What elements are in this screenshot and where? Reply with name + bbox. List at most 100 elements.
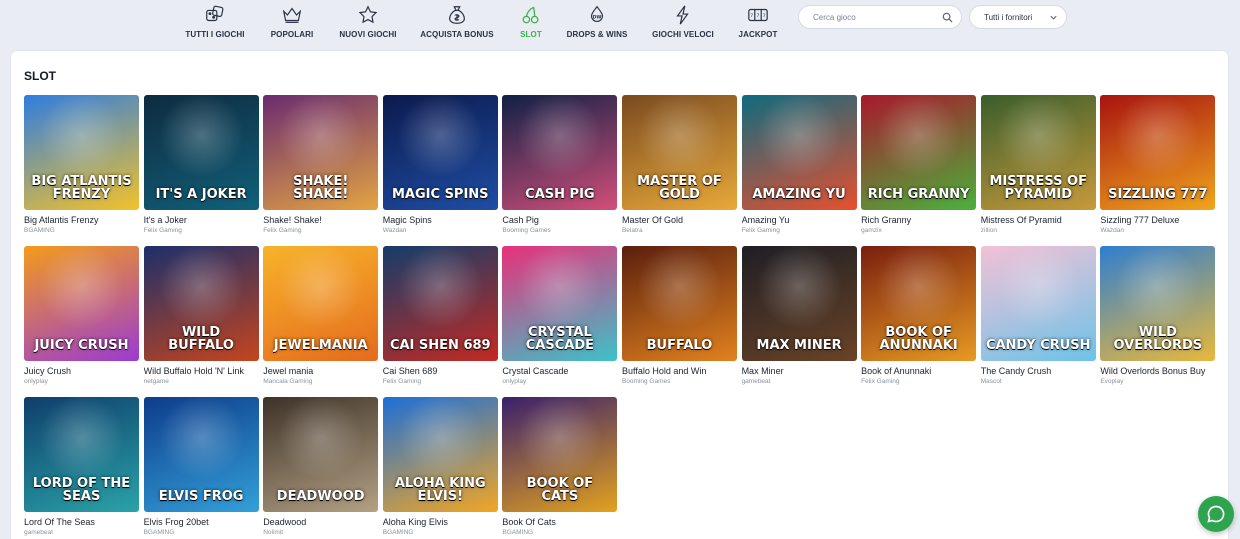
game-title[interactable]: Elvis Frog 20bet — [144, 517, 259, 527]
game-title[interactable]: Book of Anunnaki — [861, 366, 976, 376]
game-title[interactable]: Aloha King Elvis — [383, 517, 498, 527]
game-logo: CRYSTAL CASCADE — [525, 324, 594, 354]
game-thumbnail[interactable]: AMAZING YU — [741, 95, 857, 210]
game-thumbnail[interactable]: CRYSTAL CASCADE — [502, 246, 618, 361]
game-card[interactable]: BOOK OF CATS Book Of Cats BGAMING — [502, 397, 618, 539]
game-title[interactable]: Crystal Cascade — [502, 366, 617, 376]
nav-item-buy-bonus[interactable]: ACQUISTA BONUS — [420, 4, 494, 42]
nav-item-jackpot[interactable]: 7 7 7 JACKPOT — [739, 4, 777, 42]
game-card[interactable]: CASH PIG Cash Pig Booming Games — [502, 95, 618, 246]
game-thumbnail[interactable]: CASH PIG — [502, 95, 618, 210]
game-title[interactable]: Jewel mania — [263, 366, 378, 376]
game-thumbnail[interactable]: MAX MINER — [741, 246, 857, 361]
game-thumbnail[interactable]: MAGIC SPINS — [382, 95, 498, 210]
nav-item-slot[interactable]: SLOT — [516, 4, 546, 42]
game-title[interactable]: Wild Buffalo Hold 'N' Link — [144, 366, 259, 376]
nav-item-fast-games[interactable]: GIOCHI VELOCI — [652, 4, 714, 42]
game-title[interactable]: Lord Of The Seas — [24, 517, 139, 527]
game-title[interactable]: Mistress Of Pyramid — [981, 215, 1096, 225]
game-title[interactable]: Book Of Cats — [502, 517, 617, 527]
game-card[interactable]: CRYSTAL CASCADE Crystal Cascade onlyplay — [502, 246, 618, 397]
game-logo: MAGIC SPINS — [392, 187, 489, 203]
game-thumbnail[interactable]: CANDY CRUSH — [980, 246, 1096, 361]
game-card[interactable]: MASTER OF GOLD Master Of Gold Belatra — [621, 95, 737, 246]
game-thumbnail[interactable]: RICH GRANNY — [861, 95, 977, 210]
search-icon[interactable] — [942, 12, 953, 23]
game-thumbnail[interactable]: LORD OF THE SEAS — [24, 397, 139, 512]
game-thumbnail[interactable]: JEWELMANIA — [263, 246, 379, 361]
game-logo: JUICY CRUSH — [34, 338, 129, 354]
game-provider: gamebeat — [24, 529, 53, 536]
game-title[interactable]: Shake! Shake! — [263, 215, 378, 225]
game-thumbnail[interactable]: CAI SHEN 689 — [382, 246, 498, 361]
game-thumbnail[interactable]: SIZZLING 777 — [1100, 95, 1216, 210]
game-card[interactable]: AMAZING YU Amazing Yu Felix Gaming — [741, 95, 857, 246]
game-thumbnail[interactable]: BUFFALO — [621, 246, 737, 361]
game-title[interactable]: Buffalo Hold and Win — [622, 366, 737, 376]
game-provider: Felix Gaming — [861, 378, 900, 385]
game-card[interactable]: ELVIS FROG Elvis Frog 20bet BGAMING — [143, 397, 259, 539]
game-card[interactable]: BUFFALO Buffalo Hold and Win Booming Games — [621, 246, 737, 397]
game-title[interactable]: Wild Overlords Bonus Buy — [1100, 366, 1215, 376]
game-card[interactable]: WILD OVERLORDS Wild Overlords Bonus Buy Ev… — [1100, 246, 1216, 397]
game-thumbnail[interactable]: IT'S A JOKER — [143, 95, 259, 210]
game-thumbnail[interactable]: BOOK OF ANUNNAKI — [861, 246, 977, 361]
game-thumbnail[interactable]: BOOK OF CATS — [502, 397, 618, 512]
search-input[interactable] — [813, 12, 937, 22]
game-thumbnail[interactable]: WILD BUFFALO — [143, 246, 259, 361]
game-title[interactable]: It's a Joker — [144, 215, 259, 225]
game-card[interactable]: MAGIC SPINS Magic Spins Wazdan — [382, 95, 498, 246]
game-provider: Mascot — [980, 378, 1002, 385]
game-card[interactable]: BOOK OF ANUNNAKI Book of Anunnaki Felix Ga… — [861, 246, 977, 397]
game-card[interactable]: SIZZLING 777 Sizzling 777 Deluxe Wazdan — [1100, 95, 1216, 246]
game-title[interactable]: Magic Spins — [383, 215, 498, 225]
game-logo: SHAKE! SHAKE! — [293, 173, 349, 203]
providers-dropdown[interactable]: Tutti i fornitori — [969, 5, 1067, 29]
game-title[interactable]: The Candy Crush — [981, 366, 1096, 376]
game-thumbnail[interactable]: DEADWOOD — [263, 397, 379, 512]
game-thumbnail[interactable]: ALOHA KING ELVIS! — [382, 397, 498, 512]
game-card[interactable]: DEADWOOD Deadwood Nolimit — [263, 397, 379, 539]
game-provider: Nolimit — [263, 529, 284, 536]
game-card[interactable]: MISTRESS OF PYRAMID Mistress Of Pyramid zi… — [980, 95, 1096, 246]
game-title[interactable]: Master Of Gold — [622, 215, 737, 225]
game-card[interactable]: BIG ATLANTIS FRENZY Big Atlantis Frenzy BG… — [24, 95, 139, 246]
game-provider: BGAMING — [143, 529, 175, 536]
game-thumbnail[interactable]: MASTER OF GOLD — [621, 95, 737, 210]
game-title[interactable]: Cash Pig — [502, 215, 617, 225]
game-thumbnail[interactable]: MISTRESS OF PYRAMID — [980, 95, 1096, 210]
game-card[interactable]: SHAKE! SHAKE! Shake! Shake! Felix Gaming — [263, 95, 379, 246]
nav-item-popular[interactable]: POPOLARI — [268, 4, 316, 42]
game-title[interactable]: Cai Shen 689 — [383, 366, 498, 376]
chat-button[interactable] — [1198, 496, 1234, 532]
nav-item-all-games[interactable]: TUTTI I GIOCHI — [185, 4, 245, 42]
game-card[interactable]: LORD OF THE SEAS Lord Of The Seas gamebeat — [24, 397, 139, 539]
game-title[interactable]: Juicy Crush — [24, 366, 139, 376]
game-card[interactable]: RICH GRANNY Rich Granny gamzix — [861, 95, 977, 246]
game-title[interactable]: Deadwood — [263, 517, 378, 527]
game-title[interactable]: Sizzling 777 Deluxe — [1100, 215, 1215, 225]
game-title[interactable]: Big Atlantis Frenzy — [24, 215, 139, 225]
game-card[interactable]: IT'S A JOKER It's a Joker Felix Gaming — [143, 95, 259, 246]
game-thumbnail[interactable]: SHAKE! SHAKE! — [263, 95, 379, 210]
nav-item-drops-wins[interactable]: DW DROPS & WINS — [567, 4, 627, 42]
game-provider: BGAMING — [502, 529, 534, 536]
game-card[interactable]: CAI SHEN 689 Cai Shen 689 Felix Gaming — [382, 246, 498, 397]
lightning-icon — [676, 5, 689, 25]
nav-item-new-games[interactable]: NUOVI GIOCHI — [339, 4, 397, 42]
game-provider: onlyplay — [24, 378, 48, 385]
game-card[interactable]: JEWELMANIA Jewel mania Mancala Gaming — [263, 246, 379, 397]
game-thumbnail[interactable]: WILD OVERLORDS — [1100, 246, 1216, 361]
game-title[interactable]: Amazing Yu — [742, 215, 857, 225]
game-card[interactable]: ALOHA KING ELVIS! Aloha King Elvis BGAMING — [382, 397, 498, 539]
game-thumbnail[interactable]: BIG ATLANTIS FRENZY — [24, 95, 139, 210]
game-card[interactable]: JUICY CRUSH Juicy Crush onlyplay — [24, 246, 139, 397]
game-thumbnail[interactable]: JUICY CRUSH — [24, 246, 139, 361]
nav-label: TUTTI I GIOCHI — [185, 30, 245, 39]
game-title[interactable]: Max Miner — [742, 366, 857, 376]
game-card[interactable]: WILD BUFFALO Wild Buffalo Hold 'N' Link ne… — [143, 246, 259, 397]
game-thumbnail[interactable]: ELVIS FROG — [143, 397, 259, 512]
game-title[interactable]: Rich Granny — [861, 215, 976, 225]
game-card[interactable]: MAX MINER Max Miner gamebeat — [741, 246, 857, 397]
game-card[interactable]: CANDY CRUSH The Candy Crush Mascot — [980, 246, 1096, 397]
